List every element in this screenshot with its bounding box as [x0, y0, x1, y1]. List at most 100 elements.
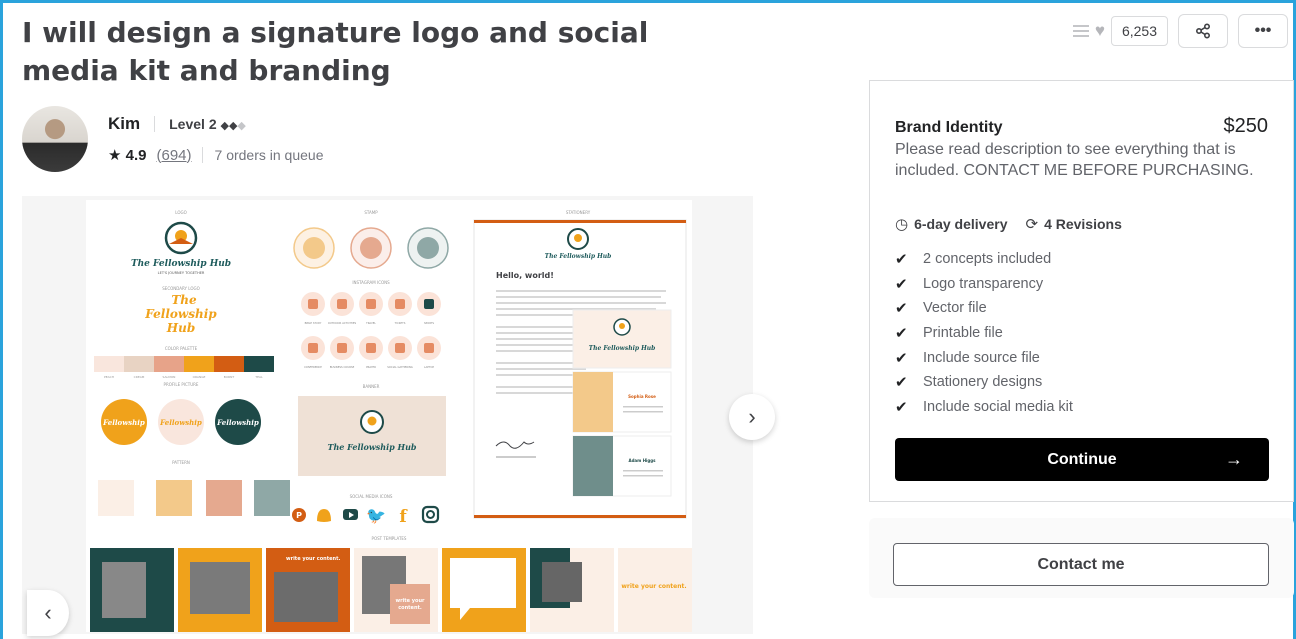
highlight-label: TRAVEL	[366, 321, 376, 325]
pattern-label: PATTERN	[172, 460, 190, 465]
palette-swatch-name: SALMON	[163, 375, 176, 379]
palette-swatch	[244, 356, 274, 372]
contact-card: Contact me	[869, 518, 1294, 598]
highlight-glyph-icon	[395, 299, 405, 309]
logo-tagline: LET'S JOURNEY TOGETHER	[158, 271, 205, 275]
stationery-label: STATIONERY	[566, 210, 591, 215]
feature-label: 2 concepts included	[923, 251, 1052, 268]
refresh-icon: ⟳	[1025, 216, 1039, 233]
svg-text:Fellowship: Fellowship	[144, 307, 217, 321]
svg-text:P: P	[296, 511, 302, 520]
package-features: ✔ 2 concepts included ✔ Logo transparency ✔ V…	[895, 247, 1073, 419]
highlight-label: LAPTOP	[424, 365, 434, 369]
collections-icon[interactable]	[1072, 25, 1089, 37]
highlight-label: SPORTS	[424, 321, 434, 325]
rating: ★ 4.9	[108, 146, 146, 164]
feature-item: ✔ Logo transparency	[895, 272, 1073, 297]
secondary-logo-label: SECONDARY LOGO	[162, 286, 199, 291]
stamp-label: STAMP	[364, 210, 378, 215]
palette-swatch-name: BURNT	[224, 375, 235, 379]
contact-label: Contact me	[1037, 555, 1125, 573]
post-template-7	[618, 548, 692, 632]
highlight-label: BUSINESS COURSE	[330, 365, 355, 369]
heart-icon[interactable]: ♥	[1095, 21, 1105, 41]
clock-icon: ◷	[895, 216, 909, 233]
gallery-slide-image: LOGO The Fellowship Hub LET'S JOURNEY TO…	[86, 200, 692, 632]
palette-swatch	[214, 356, 244, 372]
share-button[interactable]	[1178, 14, 1228, 48]
social-media-icons-label: SOCIAL MEDIA ICONS	[350, 494, 393, 499]
instagram-icon	[421, 505, 440, 524]
delivery-text: 6-day delivery	[914, 216, 1008, 232]
card-name-2: Adam Higgs	[628, 458, 656, 463]
palette-swatch	[94, 356, 124, 372]
svg-text:write your: write your	[395, 598, 425, 604]
seller-info: Kim Level 2 ◆◆◆ ★ 4.9 (694) 7 orders in …	[108, 106, 323, 172]
post-text: write your content.	[621, 583, 686, 590]
orders-in-queue: 7 orders in queue	[201, 147, 323, 163]
highlight-label: OUTDOOR ACTIVITIES	[328, 321, 357, 325]
revisions: ⟳ 4 Revisions	[1025, 215, 1121, 233]
logo-brand-name: The Fellowship Hub	[131, 259, 231, 269]
feature-item: ✔ Printable file	[895, 321, 1073, 346]
avatar[interactable]	[22, 106, 88, 172]
highlight-label: CONFERENCE	[304, 365, 322, 369]
palette-swatch-name: CREAM	[134, 375, 145, 379]
color-palette: PEACH CREAM SALMON ORANGE BURNT TEAL	[94, 356, 274, 379]
feature-label: Vector file	[923, 300, 987, 317]
svg-text:The Fellowship Hub: The Fellowship Hub	[589, 345, 656, 352]
twitter-icon: 🐦	[366, 506, 386, 525]
highlight-label: SOCIAL GATHERING	[387, 365, 413, 369]
reviews-link[interactable]: (694)	[156, 147, 191, 164]
svg-text:Fellowship: Fellowship	[159, 418, 202, 427]
checkmark-icon: ✔	[895, 300, 908, 318]
feature-item: ✔ Include source file	[895, 345, 1073, 370]
revisions-text: 4 Revisions	[1044, 216, 1122, 232]
more-button[interactable]: •••	[1238, 14, 1288, 48]
highlight-glyph-icon	[366, 299, 376, 309]
brand-kit-mockup: LOGO The Fellowship Hub LET'S JOURNEY TO…	[90, 210, 692, 632]
seller-name[interactable]: Kim	[108, 114, 140, 134]
checkmark-icon: ✔	[895, 398, 908, 416]
feature-item: ✔ Vector file	[895, 296, 1073, 321]
palette-swatch	[184, 356, 214, 372]
highlight-label: TICKETS	[395, 321, 406, 325]
feature-label: Printable file	[923, 325, 1003, 342]
package-header: Brand Identity $250	[895, 115, 1268, 138]
banner-mockup	[298, 396, 446, 476]
palette-swatch	[124, 356, 154, 372]
seller-level-text: Level 2	[169, 116, 217, 132]
palette-swatch-name: TEAL	[254, 375, 263, 379]
svg-text:Hub: Hub	[166, 321, 195, 335]
letter-greeting: Hello, world!	[496, 271, 554, 280]
like-group[interactable]: ♥ 6,253	[1072, 16, 1168, 46]
level-diamond-empty: ◆	[237, 120, 246, 132]
delivery-time: ◷ 6-day delivery	[895, 215, 1007, 233]
package-card: Brand Identity $250 Please read descript…	[869, 80, 1294, 502]
gallery-next-button[interactable]: ›	[729, 394, 775, 440]
feature-item: ✔ Stationery designs	[895, 370, 1073, 395]
highlight-glyph-icon	[424, 299, 434, 309]
palette-swatch-name: PEACH	[104, 375, 114, 379]
card-name-1: Sophia Rose	[628, 394, 656, 399]
banner-brand-name: The Fellowship Hub	[328, 442, 417, 452]
highlight-glyph-icon	[424, 343, 434, 353]
social-icons-row: P 🐦 f	[292, 505, 440, 527]
top-actions: ♥ 6,253 •••	[1072, 14, 1288, 48]
package-price: $250	[1223, 115, 1269, 137]
svg-text:content.: content.	[398, 605, 422, 611]
continue-button[interactable]: Continue →	[895, 438, 1269, 481]
feature-label: Include social media kit	[923, 398, 1073, 415]
feature-label: Include source file	[923, 349, 1040, 366]
contact-me-button[interactable]: Contact me	[893, 543, 1269, 586]
gallery-prev-button[interactable]: ‹	[27, 590, 69, 636]
profile-picture-label: PROFILE PICTURE	[164, 382, 199, 387]
highlight-glyph-icon	[337, 343, 347, 353]
highlight-glyph-icon	[308, 343, 318, 353]
highlight-glyph-icon	[395, 343, 405, 353]
checkmark-icon: ✔	[895, 251, 908, 269]
highlight-glyph-icon	[366, 343, 376, 353]
highlight-label: PRAYER	[366, 365, 376, 369]
arrow-right-icon: →	[1225, 449, 1243, 469]
checkmark-icon: ✔	[895, 349, 908, 367]
